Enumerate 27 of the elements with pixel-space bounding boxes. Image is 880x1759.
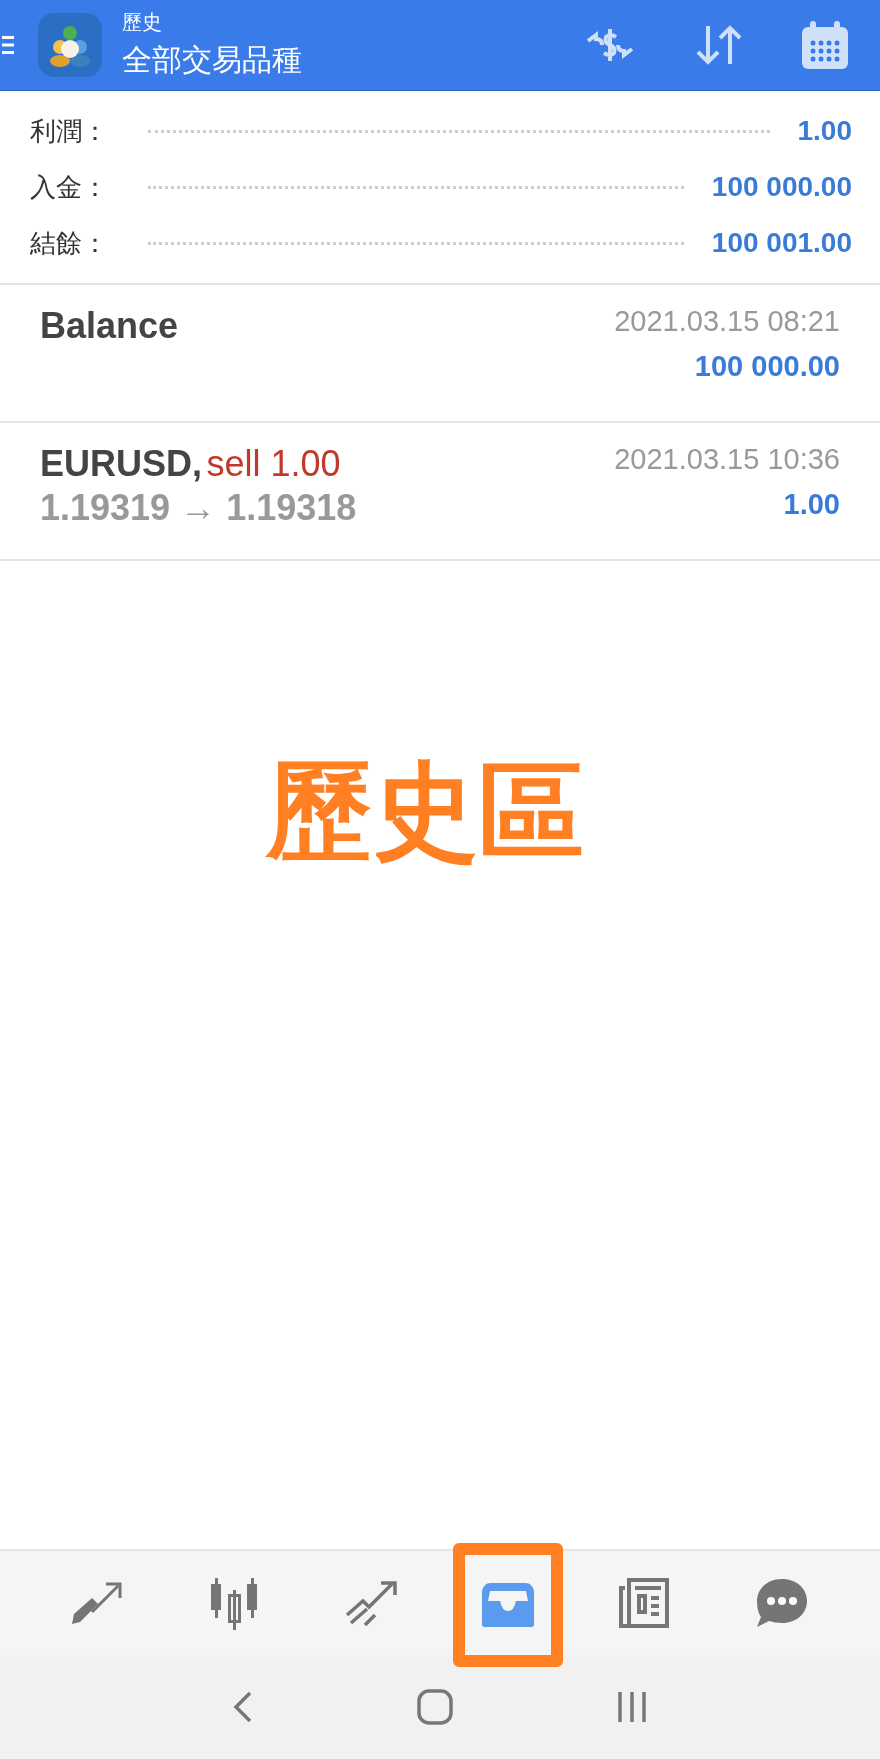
home-icon[interactable] [417, 1689, 453, 1725]
trend-chart-icon [344, 1579, 399, 1627]
calendar-icon[interactable] [800, 19, 850, 71]
deal-prices: 1.19319 → 1.19318 [40, 487, 357, 529]
summary-value: 100 001.00 [711, 227, 852, 259]
deal-time: 2021.03.15 10:36 [614, 443, 840, 476]
screen-title: 歷史 [122, 10, 163, 35]
summary-label: 結餘： [30, 226, 108, 260]
summary-value: 100 000.00 [711, 171, 852, 203]
annotation-label: 歷史區 [266, 751, 584, 871]
deal-amount: 1.00 [783, 488, 840, 521]
deal-name: Balance [40, 305, 179, 347]
summary-label: 利潤： [30, 114, 108, 148]
deal-amount: 100 000.00 [694, 350, 840, 383]
chat-bubble-icon [754, 1577, 809, 1629]
recent-apps-icon[interactable] [616, 1690, 649, 1724]
summary-label: 入金： [30, 170, 108, 204]
app-logo-icon [38, 13, 102, 77]
deal-side: sell 1.00 [206, 443, 341, 484]
summary-value: 1.00 [797, 115, 852, 147]
back-icon[interactable] [231, 1689, 254, 1725]
deal-time: 2021.03.15 08:21 [614, 305, 840, 338]
inbox-tray-icon [480, 1581, 537, 1629]
sort-icon[interactable] [694, 24, 744, 66]
symbol-filter[interactable]: 全部交易品種 [122, 40, 302, 81]
menu-icon[interactable] [2, 34, 14, 56]
deal-symbol: EURUSD, [40, 443, 203, 484]
